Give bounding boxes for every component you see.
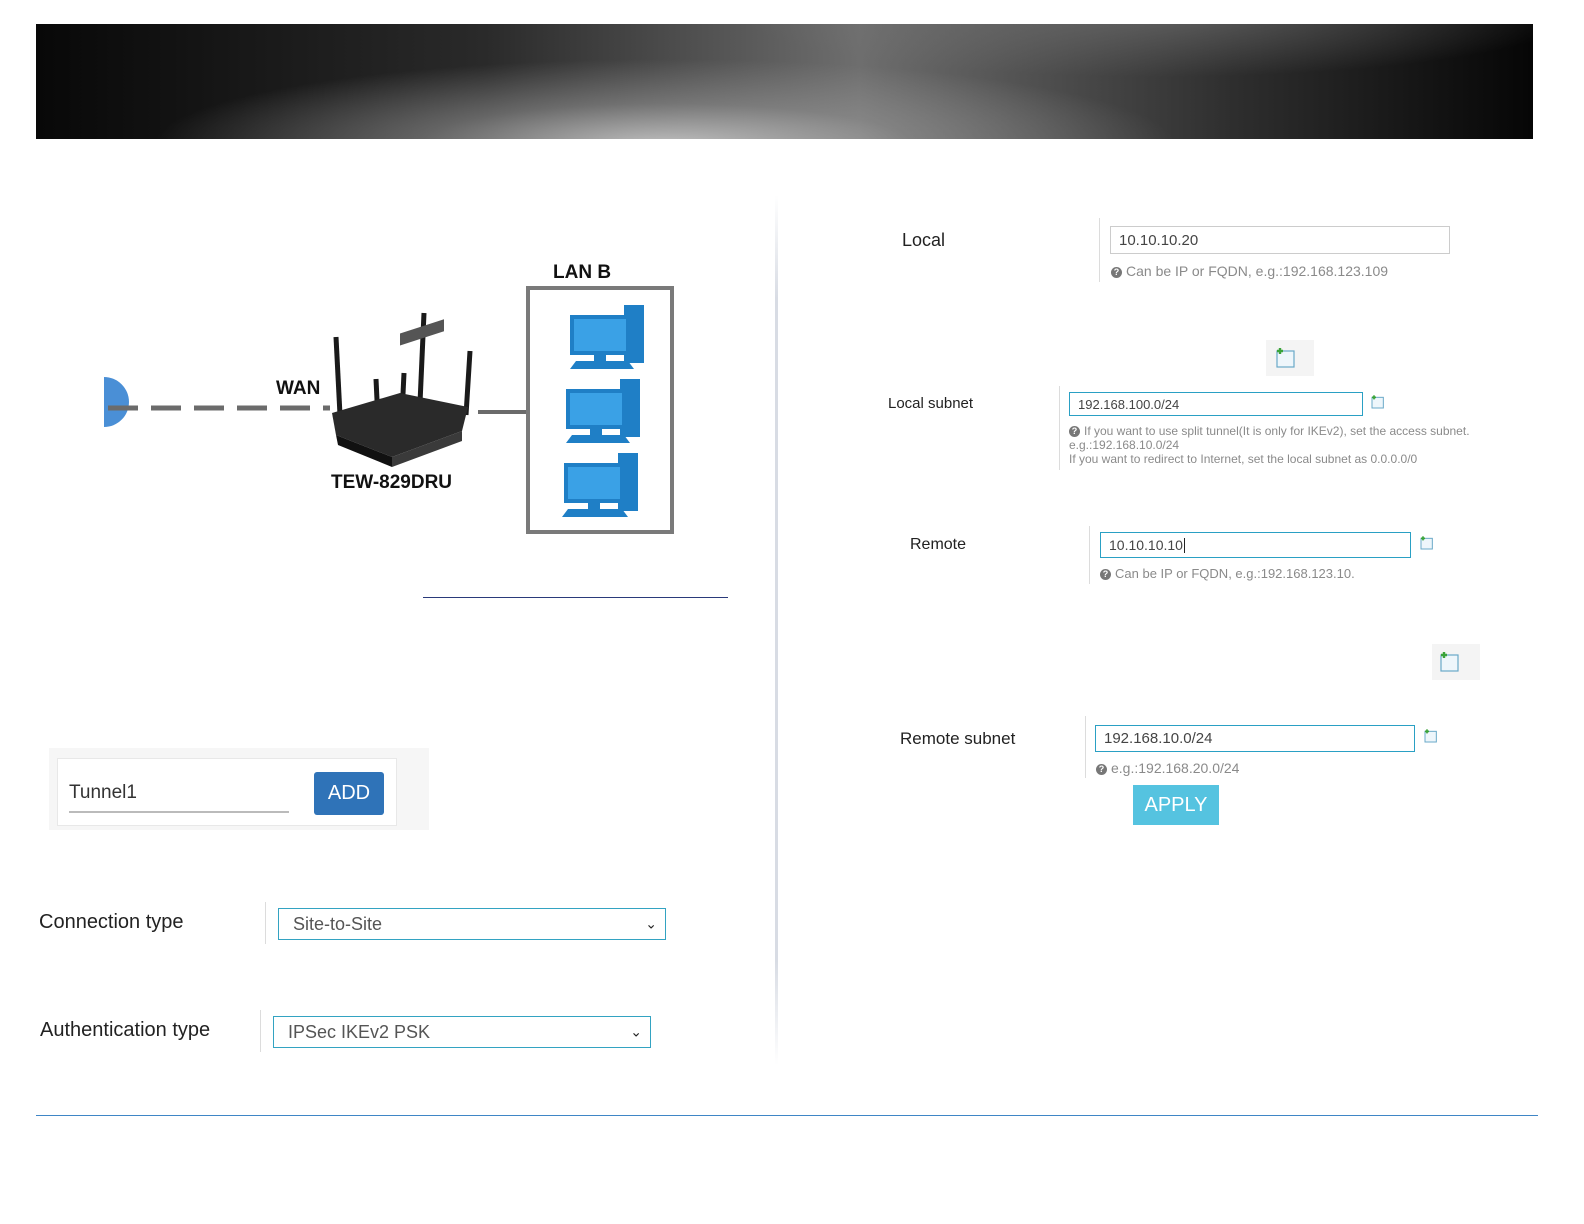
local-hint-text: Can be IP or FQDN, e.g.:192.168.123.109 xyxy=(1126,263,1389,279)
add-remote-tile[interactable] xyxy=(1432,644,1480,680)
field-separator xyxy=(1059,386,1060,470)
add-tunnel-button[interactable]: ADD xyxy=(314,772,384,815)
remote-subnet-value: 192.168.10.0/24 xyxy=(1104,730,1213,747)
lan-b-label: LAN B xyxy=(553,262,612,283)
link-underline xyxy=(423,597,728,598)
local-input[interactable]: 10.10.10.20 xyxy=(1110,226,1450,254)
add-document-icon xyxy=(1276,348,1295,368)
field-separator xyxy=(260,1010,261,1052)
remote-subnet-hint-text: e.g.:192.168.20.0/24 xyxy=(1111,760,1240,776)
remote-hint-text: Can be IP or FQDN, e.g.:192.168.123.10. xyxy=(1115,566,1355,581)
local-subnet-hint: ? If you want to use split tunnel(It is o… xyxy=(1069,424,1470,466)
header-banner xyxy=(36,24,1533,139)
add-document-icon[interactable] xyxy=(1370,394,1386,410)
remote-value: 10.10.10.10 xyxy=(1109,537,1183,553)
question-circle-icon: ? xyxy=(1111,267,1122,278)
network-diagram xyxy=(100,255,700,545)
column-divider xyxy=(775,195,778,1065)
question-circle-icon: ? xyxy=(1069,426,1080,437)
router-icon xyxy=(332,312,473,467)
chevron-down-icon: ⌄ xyxy=(645,915,657,932)
text-cursor xyxy=(1183,537,1185,553)
local-subnet-hint-line2: e.g.:192.168.10.0/24 xyxy=(1069,438,1180,452)
local-subnet-label: Local subnet xyxy=(888,395,974,412)
local-subnet-hint-line3: If you want to redirect to Internet, set… xyxy=(1069,452,1418,466)
connection-type-select[interactable]: Site-to-Site ⌄ xyxy=(278,908,666,940)
internet-node-icon xyxy=(104,377,129,427)
add-local-tile[interactable] xyxy=(1266,340,1314,376)
network-diagram-svg xyxy=(104,286,674,534)
field-separator xyxy=(1085,716,1086,778)
connection-type-value: Site-to-Site xyxy=(293,913,383,934)
local-value: 10.10.10.20 xyxy=(1119,231,1199,249)
local-subnet-value: 192.168.100.0/24 xyxy=(1078,396,1180,412)
remote-subnet-input[interactable]: 192.168.10.0/24 xyxy=(1095,725,1415,752)
question-circle-icon: ? xyxy=(1100,569,1111,580)
remote-label: Remote xyxy=(910,536,967,553)
footer-rule xyxy=(36,1115,1538,1116)
field-separator xyxy=(265,902,266,944)
authentication-type-select[interactable]: IPSec IKEv2 PSK ⌄ xyxy=(273,1016,651,1048)
authentication-type-label: Authentication type xyxy=(40,1019,211,1041)
local-hint: ? Can be IP or FQDN, e.g.:192.168.123.109 xyxy=(1111,263,1388,279)
remote-subnet-hint: ? e.g.:192.168.20.0/24 xyxy=(1096,760,1239,776)
remote-hint: ? Can be IP or FQDN, e.g.:192.168.123.10. xyxy=(1100,566,1355,581)
local-subnet-input[interactable]: 192.168.100.0/24 xyxy=(1069,392,1363,416)
wan-label: WAN xyxy=(276,378,321,399)
apply-button[interactable]: APPLY xyxy=(1133,785,1219,825)
connection-type-label: Connection type xyxy=(39,911,184,933)
router-model-label: TEW-829DRU xyxy=(331,472,453,493)
add-document-icon[interactable] xyxy=(1419,535,1435,551)
add-document-icon[interactable] xyxy=(1423,728,1439,744)
local-subnet-hint-line1: If you want to use split tunnel(It is on… xyxy=(1084,424,1470,438)
chevron-down-icon: ⌄ xyxy=(630,1023,642,1040)
question-circle-icon: ? xyxy=(1096,764,1107,775)
field-separator xyxy=(1099,218,1100,282)
remote-input[interactable]: 10.10.10.10 xyxy=(1100,532,1411,558)
tunnel-name-input[interactable] xyxy=(69,775,289,813)
add-document-icon xyxy=(1440,652,1459,672)
field-separator xyxy=(1089,526,1090,584)
remote-subnet-label: Remote subnet xyxy=(900,729,1016,748)
local-label: Local xyxy=(902,230,946,250)
authentication-type-value: IPSec IKEv2 PSK xyxy=(288,1021,431,1042)
